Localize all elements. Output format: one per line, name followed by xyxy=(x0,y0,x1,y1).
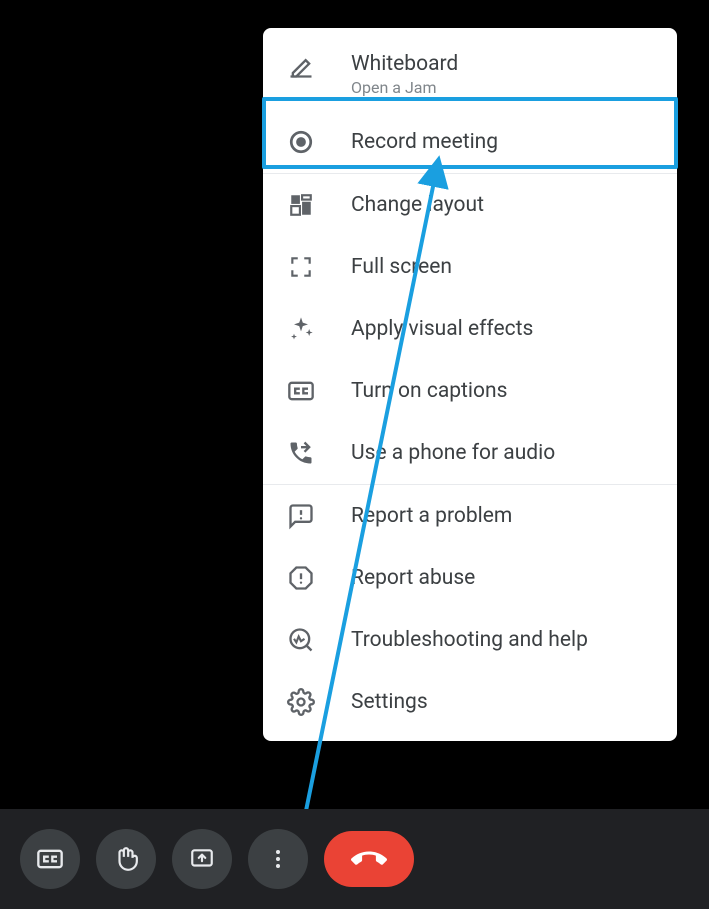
feedback-icon xyxy=(287,502,315,530)
menu-item-captions[interactable]: Turn on captions xyxy=(263,360,677,422)
menu-item-report-problem[interactable]: Report a problem xyxy=(263,485,677,547)
captions-label: Turn on captions xyxy=(351,379,507,403)
menu-item-report-abuse[interactable]: Report abuse xyxy=(263,547,677,609)
report-problem-label: Report a problem xyxy=(351,504,512,528)
phone-forward-icon xyxy=(287,439,315,467)
gear-icon xyxy=(287,688,315,716)
whiteboard-subtitle: Open a Jam xyxy=(351,78,458,97)
troubleshoot-icon xyxy=(287,626,315,654)
pencil-icon xyxy=(287,52,315,80)
report-abuse-label: Report abuse xyxy=(351,566,475,590)
layout-icon xyxy=(287,191,315,219)
end-call-button[interactable] xyxy=(324,831,414,887)
meeting-toolbar xyxy=(0,809,709,909)
raise-hand-button[interactable] xyxy=(96,829,156,889)
sparkle-icon xyxy=(287,315,315,343)
present-button[interactable] xyxy=(172,829,232,889)
fullscreen-icon xyxy=(287,253,315,281)
settings-label: Settings xyxy=(351,690,428,714)
menu-item-effects[interactable]: Apply visual effects xyxy=(263,298,677,360)
phone-label: Use a phone for audio xyxy=(351,441,555,465)
menu-item-layout[interactable]: Change layout xyxy=(263,174,677,236)
more-options-button[interactable] xyxy=(248,829,308,889)
menu-item-record[interactable]: Record meeting xyxy=(263,111,677,173)
report-abuse-icon xyxy=(287,564,315,592)
record-label: Record meeting xyxy=(351,130,498,154)
effects-label: Apply visual effects xyxy=(351,317,533,341)
captions-icon xyxy=(287,377,315,405)
menu-item-whiteboard[interactable]: Whiteboard Open a Jam xyxy=(263,36,677,111)
menu-item-settings[interactable]: Settings xyxy=(263,671,677,733)
fullscreen-label: Full screen xyxy=(351,255,452,279)
menu-item-phone[interactable]: Use a phone for audio xyxy=(263,422,677,484)
troubleshoot-label: Troubleshooting and help xyxy=(351,628,588,652)
layout-label: Change layout xyxy=(351,193,484,217)
more-options-menu: Whiteboard Open a Jam Record meeting Cha… xyxy=(263,28,677,741)
menu-item-fullscreen[interactable]: Full screen xyxy=(263,236,677,298)
record-icon xyxy=(287,128,315,156)
menu-item-troubleshoot[interactable]: Troubleshooting and help xyxy=(263,609,677,671)
captions-button[interactable] xyxy=(20,829,80,889)
whiteboard-label: Whiteboard xyxy=(351,52,458,76)
